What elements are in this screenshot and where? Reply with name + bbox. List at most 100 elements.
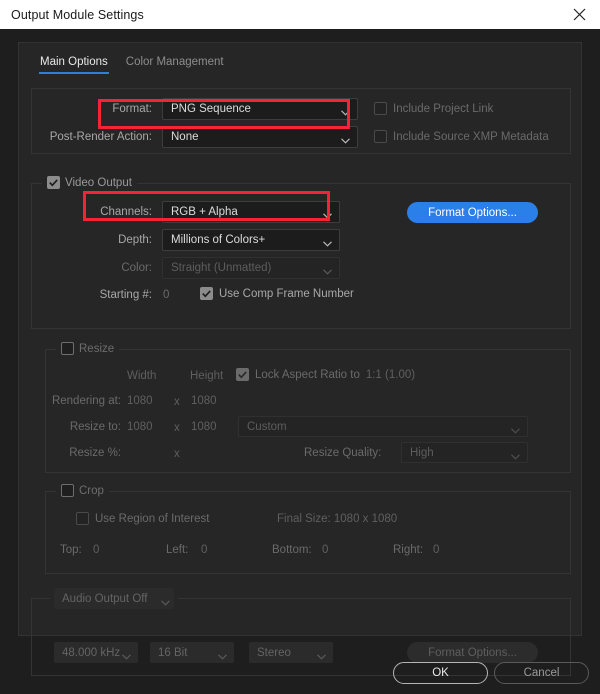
check-icon [202,289,211,298]
audio-output-toggle-value: Audio Output Off [62,592,148,605]
audio-channels-value: Stereo [257,646,291,659]
crop-label: Crop [79,484,104,497]
use-comp-frame-number-checkbox[interactable] [200,287,213,300]
audio-format-options-button: Format Options... [407,642,538,663]
dialog-body: Main Options Color Management Format: PN… [0,29,600,694]
starting-number-label: Starting #: [99,289,152,301]
chevron-down-icon [122,651,131,663]
cancel-button[interactable]: Cancel [494,662,589,684]
audio-bit-depth-dropdown: 16 Bit [150,642,234,663]
video-output-checkbox[interactable] [47,176,60,189]
rendering-at-label: Rendering at: [51,395,121,407]
use-region-of-interest-label: Use Region of Interest [95,512,210,525]
ok-button-label: OK [432,667,449,679]
resize-width-header: Width [127,370,157,382]
resize-to-height[interactable]: 1080 [191,421,217,433]
use-comp-frame-number-label: Use Comp Frame Number [219,287,354,300]
depth-label: Depth: [118,234,152,246]
crop-bottom-value: 0 [322,544,329,556]
format-group: Format: PNG Sequence Post-Render Action:… [31,88,571,154]
lock-aspect-ratio-value: 1:1 (1.00) [365,368,416,381]
resize-height-header: Height [190,370,224,382]
post-render-action-dropdown[interactable]: None [162,126,358,148]
ok-button[interactable]: OK [393,662,488,684]
crop-legend[interactable]: Crop [56,484,109,497]
channels-dropdown[interactable]: RGB + Alpha [162,201,340,223]
crop-checkbox[interactable] [61,484,74,497]
lock-aspect-ratio-label: Lock Aspect Ratio to [255,368,360,381]
tab-color-management[interactable]: Color Management [117,56,233,74]
chevron-down-icon [317,651,326,663]
lock-aspect-ratio-row: Lock Aspect Ratio to 1:1 (1.00) [236,368,415,381]
include-project-link-label: Include Project Link [393,102,494,115]
chevron-down-icon [323,238,332,250]
color-dropdown-value: Straight (Unmatted) [171,262,272,274]
channels-label: Channels: [100,206,152,218]
include-source-xmp-label: Include Source XMP Metadata [393,130,549,143]
crop-bottom-label: Bottom: [272,544,312,556]
final-size-text: Final Size: 1080 x 1080 [277,513,398,525]
include-project-link-checkbox[interactable] [374,102,387,115]
video-format-options-label: Format Options... [428,206,517,219]
crop-left-value: 0 [201,544,208,556]
use-comp-frame-number-row[interactable]: Use Comp Frame Number [200,287,354,300]
rendering-at-x: x [174,396,180,408]
color-label: Color: [121,262,152,274]
check-icon [238,370,247,379]
chevron-down-icon [323,266,332,278]
format-label: Format: [112,103,152,115]
audio-sample-rate-value: 48.000 kHz [62,646,121,659]
audio-channels-dropdown: Stereo [249,642,333,663]
video-output-label: Video Output [65,176,132,189]
resize-to-width[interactable]: 1080 [127,421,153,433]
audio-format-options-label: Format Options... [428,646,517,659]
resize-preset-dropdown: Custom [238,416,528,437]
resize-percent-x: x [174,448,180,460]
tab-main-options[interactable]: Main Options [31,56,117,74]
starting-number-value[interactable]: 0 [163,289,169,301]
resize-legend[interactable]: Resize [56,342,120,355]
color-dropdown: Straight (Unmatted) [162,257,340,279]
close-icon[interactable] [558,0,600,29]
chevron-down-icon [218,651,227,663]
lock-aspect-ratio-checkbox [236,368,249,381]
audio-output-group: Audio Output Off 48.000 kHz 16 Bit Stere… [31,588,571,676]
chevron-down-icon [511,451,520,463]
chevron-down-icon [341,107,350,119]
video-output-group: Video Output Channels: RGB + Alpha Depth… [31,176,571,329]
settings-panel: Main Options Color Management Format: PN… [18,42,582,676]
use-region-of-interest-checkbox [76,512,89,525]
audio-bit-depth-value: 16 Bit [158,646,188,659]
check-icon [49,178,58,187]
depth-dropdown-value: Millions of Colors+ [171,234,266,246]
post-render-action-label: Post-Render Action: [49,131,152,143]
channels-dropdown-value: RGB + Alpha [171,206,238,218]
resize-group: Resize Width Height Lock Aspect Ratio to… [45,342,571,473]
resize-quality-label: Resize Quality: [304,447,382,459]
use-region-of-interest-row: Use Region of Interest [76,512,209,525]
window-titlebar: Output Module Settings [0,0,600,29]
crop-right-value: 0 [433,544,440,556]
chevron-down-icon [161,597,170,609]
close-glyph [573,8,585,21]
post-render-action-value: None [171,131,199,143]
format-dropdown[interactable]: PNG Sequence [162,98,358,120]
format-dropdown-value: PNG Sequence [171,103,251,115]
window-title: Output Module Settings [11,7,144,22]
tab-bar: Main Options Color Management [19,43,581,74]
include-project-link-row[interactable]: Include Project Link [374,102,493,115]
audio-sample-rate-dropdown: 48.000 kHz [54,642,138,663]
include-source-xmp-checkbox[interactable] [374,130,387,143]
crop-right-label: Right: [393,544,424,556]
crop-top-label: Top: [60,544,82,556]
chevron-down-icon [511,425,520,437]
chevron-down-icon [323,210,332,222]
video-output-legend[interactable]: Video Output [42,176,137,189]
resize-checkbox[interactable] [61,342,74,355]
depth-dropdown[interactable]: Millions of Colors+ [162,229,340,251]
resize-to-label: Resize to: [69,421,121,433]
audio-output-toggle: Audio Output Off [54,588,174,609]
video-format-options-button[interactable]: Format Options... [407,202,538,223]
include-source-xmp-row[interactable]: Include Source XMP Metadata [374,130,549,143]
chevron-down-icon [341,135,350,147]
